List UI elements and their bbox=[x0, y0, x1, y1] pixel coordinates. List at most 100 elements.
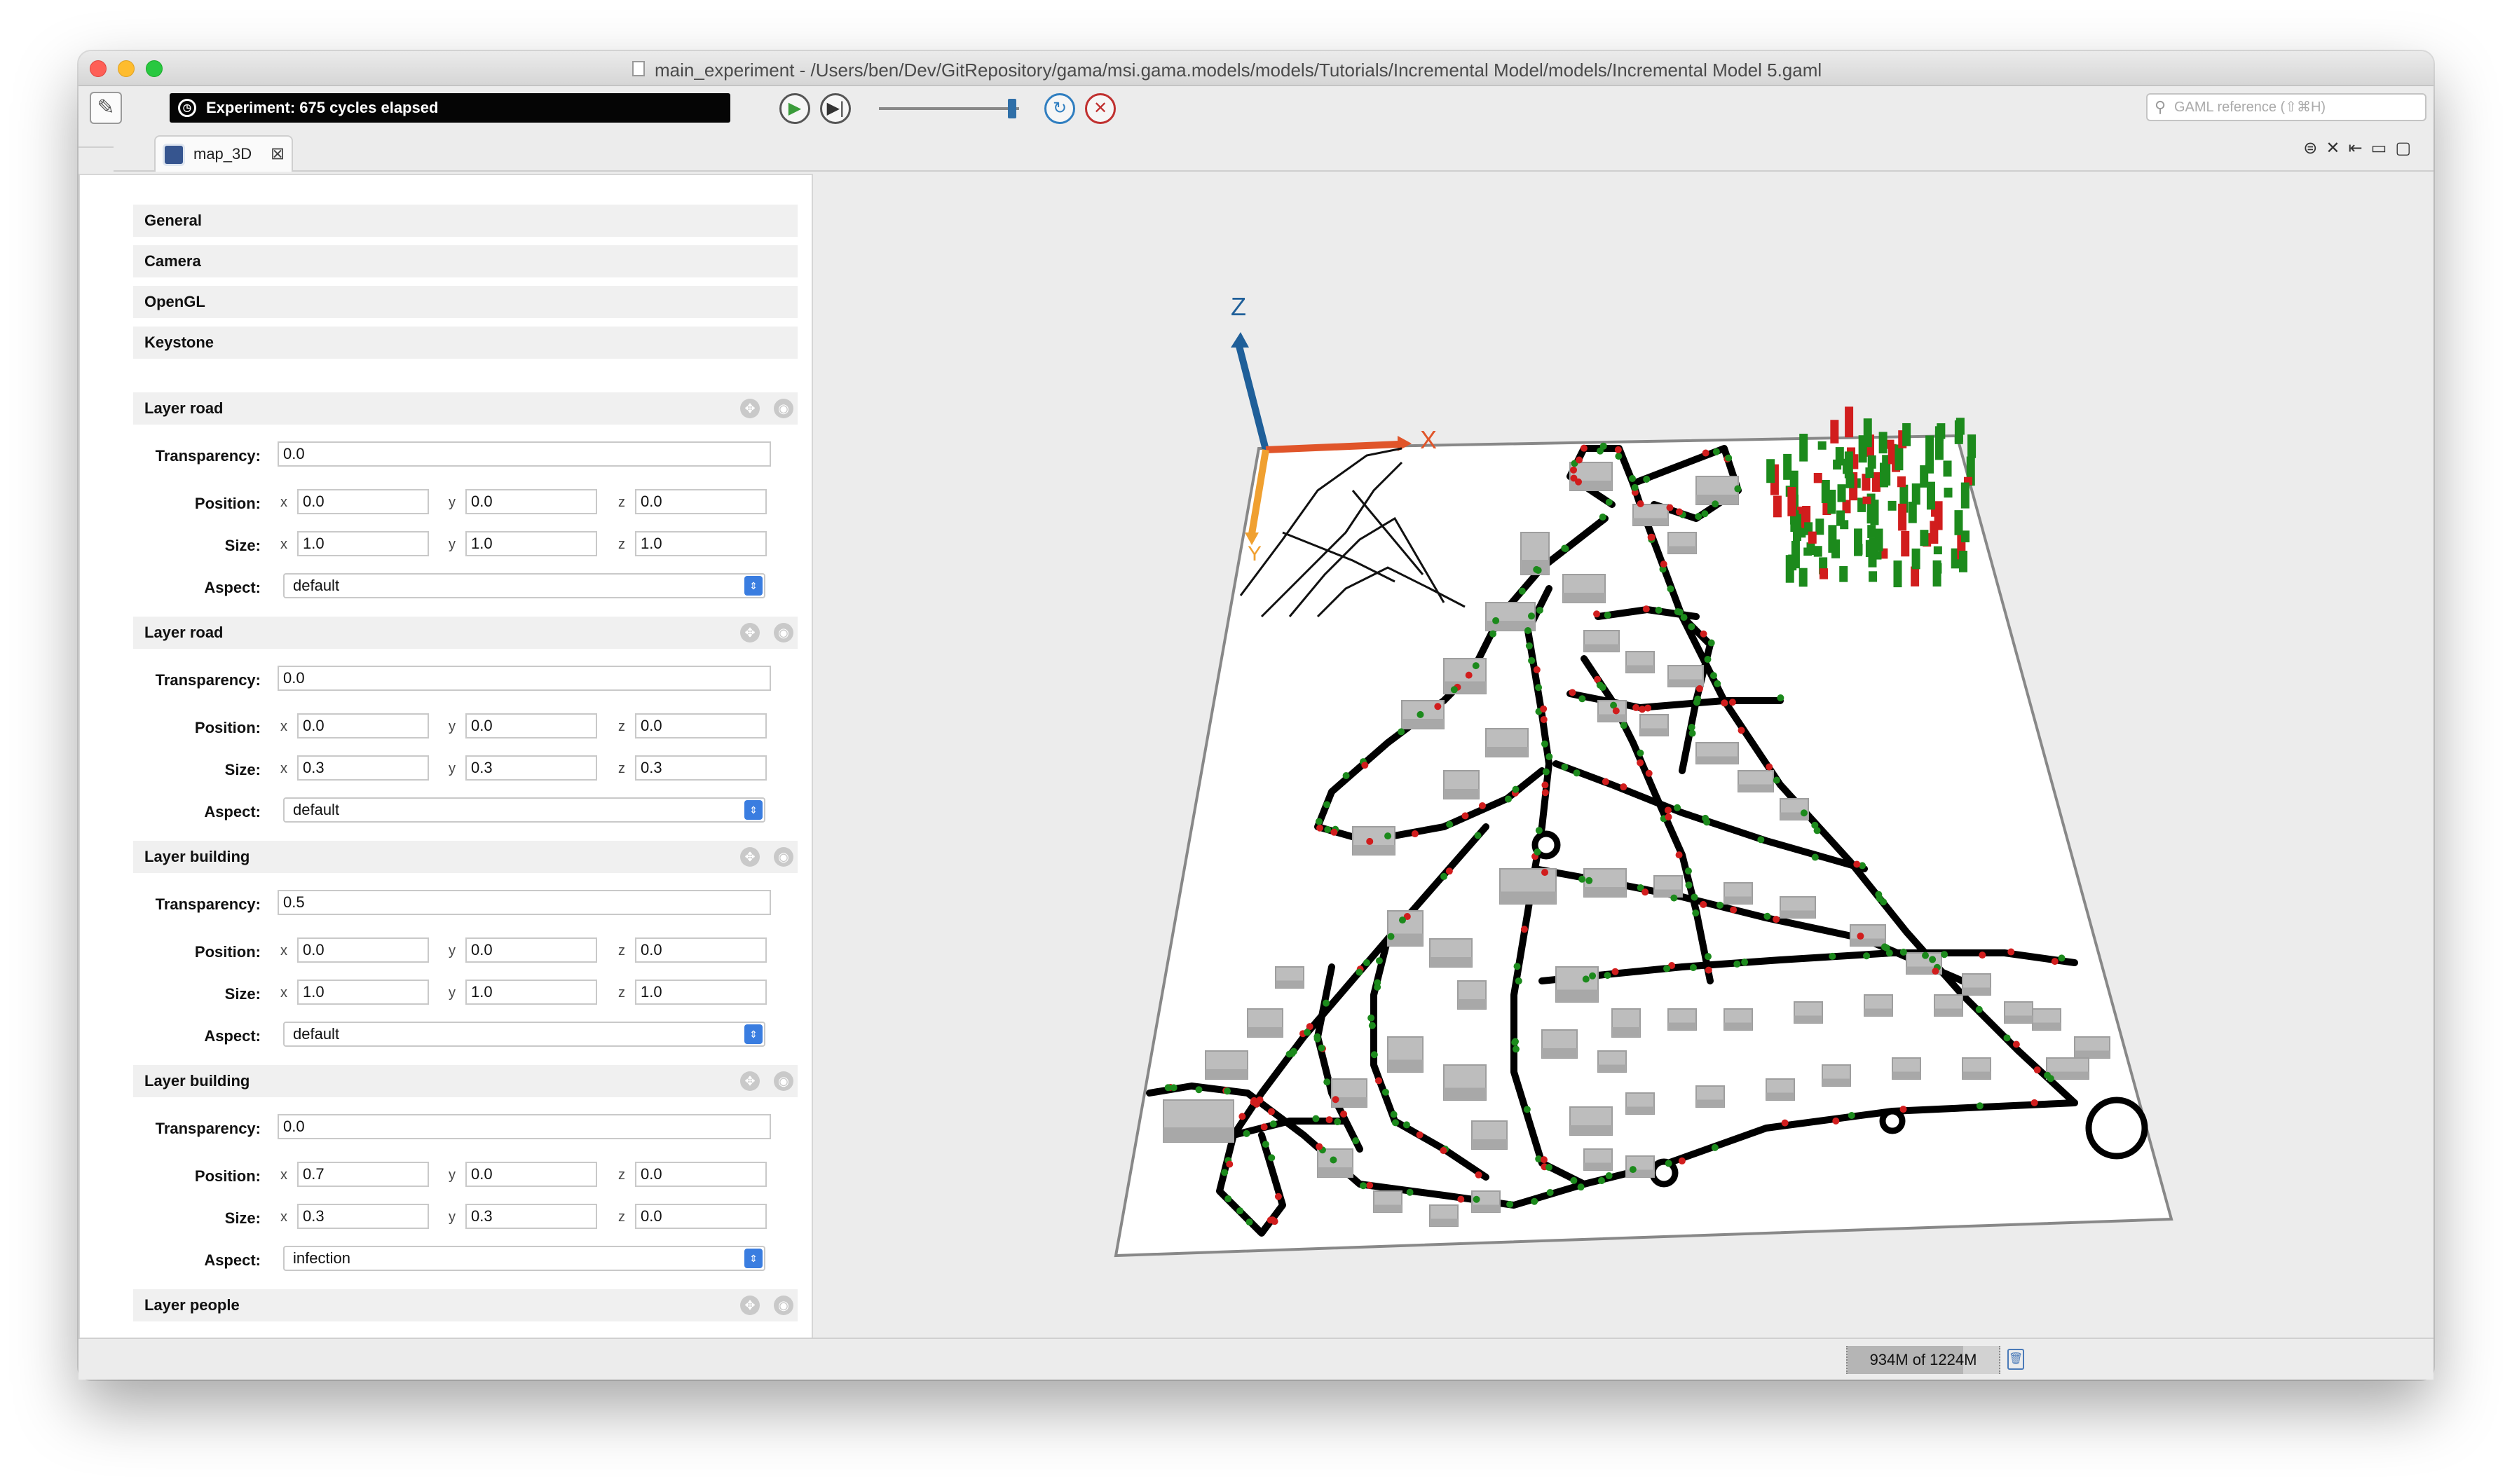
tab-map-3d[interactable]: map_3D ⊠ bbox=[154, 135, 293, 172]
move-layer-icon[interactable]: ✥ bbox=[740, 1071, 760, 1091]
aspect-select[interactable]: default ⇕ bbox=[283, 1022, 765, 1047]
visibility-eye-icon[interactable]: ◉ bbox=[774, 399, 793, 418]
size-z-input[interactable]: 0.0 bbox=[635, 1204, 767, 1229]
size-x-input[interactable]: 0.3 bbox=[297, 1204, 429, 1229]
person-dot bbox=[1236, 1207, 1244, 1215]
building-shadow bbox=[1668, 1022, 1696, 1030]
aspect-select[interactable]: default ⇕ bbox=[283, 797, 765, 823]
position-label: Position: bbox=[194, 495, 261, 512]
person-dot bbox=[1384, 832, 1392, 840]
size-x-input[interactable]: 0.3 bbox=[297, 755, 429, 781]
building-shadow bbox=[1563, 593, 1605, 603]
gaml-reference-search[interactable]: ⚲ GAML reference (⇧⌘H) bbox=[2146, 93, 2426, 121]
size-y-input[interactable]: 0.3 bbox=[465, 755, 597, 781]
aspect-select[interactable]: infection ⇕ bbox=[283, 1246, 765, 1271]
speed-slider[interactable] bbox=[879, 107, 1019, 110]
chevron-updown-icon[interactable]: ⇕ bbox=[744, 576, 763, 596]
visibility-eye-icon[interactable]: ◉ bbox=[774, 847, 793, 867]
position-x-input[interactable]: 0.0 bbox=[297, 937, 429, 963]
visibility-eye-icon[interactable]: ◉ bbox=[774, 1296, 793, 1315]
move-layer-icon[interactable]: ✥ bbox=[740, 1296, 760, 1315]
person-dot bbox=[1863, 952, 1871, 960]
layer-header[interactable]: Layer road bbox=[133, 392, 798, 425]
person-dot bbox=[1367, 1014, 1375, 1022]
size-z-input[interactable]: 0.3 bbox=[635, 755, 767, 781]
person-dot bbox=[1492, 617, 1500, 624]
position-y-input[interactable]: 0.0 bbox=[465, 489, 597, 514]
zoom-window-button[interactable] bbox=[146, 60, 163, 77]
close-window-button[interactable] bbox=[90, 60, 107, 77]
move-layer-icon[interactable]: ✥ bbox=[740, 847, 760, 867]
layer-header-people[interactable]: Layer people bbox=[133, 1289, 798, 1321]
person-dot bbox=[1932, 968, 1939, 975]
size-x-input[interactable]: 1.0 bbox=[297, 980, 429, 1005]
size-y-input[interactable]: 1.0 bbox=[465, 531, 597, 556]
chevron-updown-icon[interactable]: ⇕ bbox=[744, 800, 763, 820]
move-layer-icon[interactable]: ✥ bbox=[740, 399, 760, 418]
position-x-input[interactable]: 0.7 bbox=[297, 1162, 429, 1187]
close-icon[interactable]: ✕ bbox=[1085, 93, 1116, 124]
play-icon[interactable]: ▶ bbox=[779, 93, 810, 124]
map-3d-view[interactable]: Z X Y bbox=[817, 174, 2429, 1342]
position-z-input[interactable]: 0.0 bbox=[635, 713, 767, 738]
step-icon[interactable]: ▶| bbox=[820, 93, 851, 124]
visibility-eye-icon[interactable]: ◉ bbox=[774, 623, 793, 643]
person-dot bbox=[1589, 972, 1597, 980]
transparency-input[interactable]: 0.0 bbox=[278, 441, 771, 467]
maximize-view-icon[interactable]: ▢ bbox=[2395, 139, 2419, 158]
position-z-input[interactable]: 0.0 bbox=[635, 489, 767, 514]
section-general[interactable]: General bbox=[133, 205, 798, 237]
person-dot bbox=[1688, 623, 1695, 631]
minimize-window-button[interactable] bbox=[118, 60, 135, 77]
move-layer-icon[interactable]: ✥ bbox=[740, 623, 760, 643]
aspect-select[interactable]: default ⇕ bbox=[283, 573, 765, 598]
size-z-input[interactable]: 1.0 bbox=[635, 531, 767, 556]
section-keystone[interactable]: Keystone bbox=[133, 327, 798, 359]
person-dot bbox=[1811, 853, 1819, 861]
layer-header[interactable]: Layer building bbox=[133, 1065, 798, 1097]
section-camera[interactable]: Camera bbox=[133, 245, 798, 277]
position-x-input[interactable]: 0.0 bbox=[297, 489, 429, 514]
layer-header[interactable]: Layer building bbox=[133, 841, 798, 873]
infection-bar bbox=[1933, 563, 1942, 574]
infection-bar bbox=[1854, 544, 1863, 555]
chevron-updown-icon[interactable]: ⇕ bbox=[744, 1024, 763, 1044]
garbage-collect-icon[interactable]: 🗑 bbox=[2007, 1349, 2024, 1370]
person-dot bbox=[1637, 759, 1644, 767]
position-y-input[interactable]: 0.0 bbox=[465, 1162, 597, 1187]
person-dot bbox=[1224, 1087, 1231, 1095]
person-dot bbox=[1513, 963, 1521, 970]
position-y-input[interactable]: 0.0 bbox=[465, 713, 597, 738]
person-dot bbox=[1714, 680, 1721, 687]
transparency-input[interactable]: 0.0 bbox=[278, 666, 771, 691]
position-z-input[interactable]: 0.0 bbox=[635, 937, 767, 963]
edit-icon[interactable]: ✎ bbox=[90, 92, 122, 124]
position-z-input[interactable]: 0.0 bbox=[635, 1162, 767, 1187]
person-dot bbox=[1570, 466, 1578, 474]
menu-icon[interactable]: ⊜ bbox=[2303, 139, 2326, 158]
position-x-input[interactable]: 0.0 bbox=[297, 713, 429, 738]
transparency-input[interactable]: 0.0 bbox=[278, 1114, 771, 1139]
visibility-eye-icon[interactable]: ◉ bbox=[774, 1071, 793, 1091]
chevron-updown-icon[interactable]: ⇕ bbox=[744, 1249, 763, 1268]
infection-bar bbox=[1943, 460, 1952, 477]
position-y-input[interactable]: 0.0 bbox=[465, 937, 597, 963]
memory-indicator[interactable]: 934M of 1224M bbox=[1846, 1346, 2000, 1374]
size-y-input[interactable]: 1.0 bbox=[465, 980, 597, 1005]
reload-icon[interactable]: ↻ bbox=[1044, 93, 1075, 124]
document-icon bbox=[632, 61, 645, 76]
section-opengl[interactable]: OpenGL bbox=[133, 286, 798, 318]
size-x-input[interactable]: 1.0 bbox=[297, 531, 429, 556]
sync-icon[interactable]: ⇤ bbox=[2349, 139, 2371, 158]
layer-header[interactable]: Layer road bbox=[133, 617, 798, 649]
speed-slider-thumb[interactable] bbox=[1008, 99, 1016, 118]
axis-label-z: z bbox=[618, 537, 625, 552]
settings-icon[interactable]: ✕ bbox=[2326, 139, 2348, 158]
size-z-input[interactable]: 1.0 bbox=[635, 980, 767, 1005]
close-tab-icon[interactable]: ⊠ bbox=[271, 144, 285, 164]
size-y-input[interactable]: 0.3 bbox=[465, 1204, 597, 1229]
minimize-view-icon[interactable]: ▭ bbox=[2371, 139, 2396, 158]
person-dot bbox=[1434, 703, 1442, 710]
person-dot bbox=[1695, 685, 1703, 692]
transparency-input[interactable]: 0.5 bbox=[278, 890, 771, 915]
